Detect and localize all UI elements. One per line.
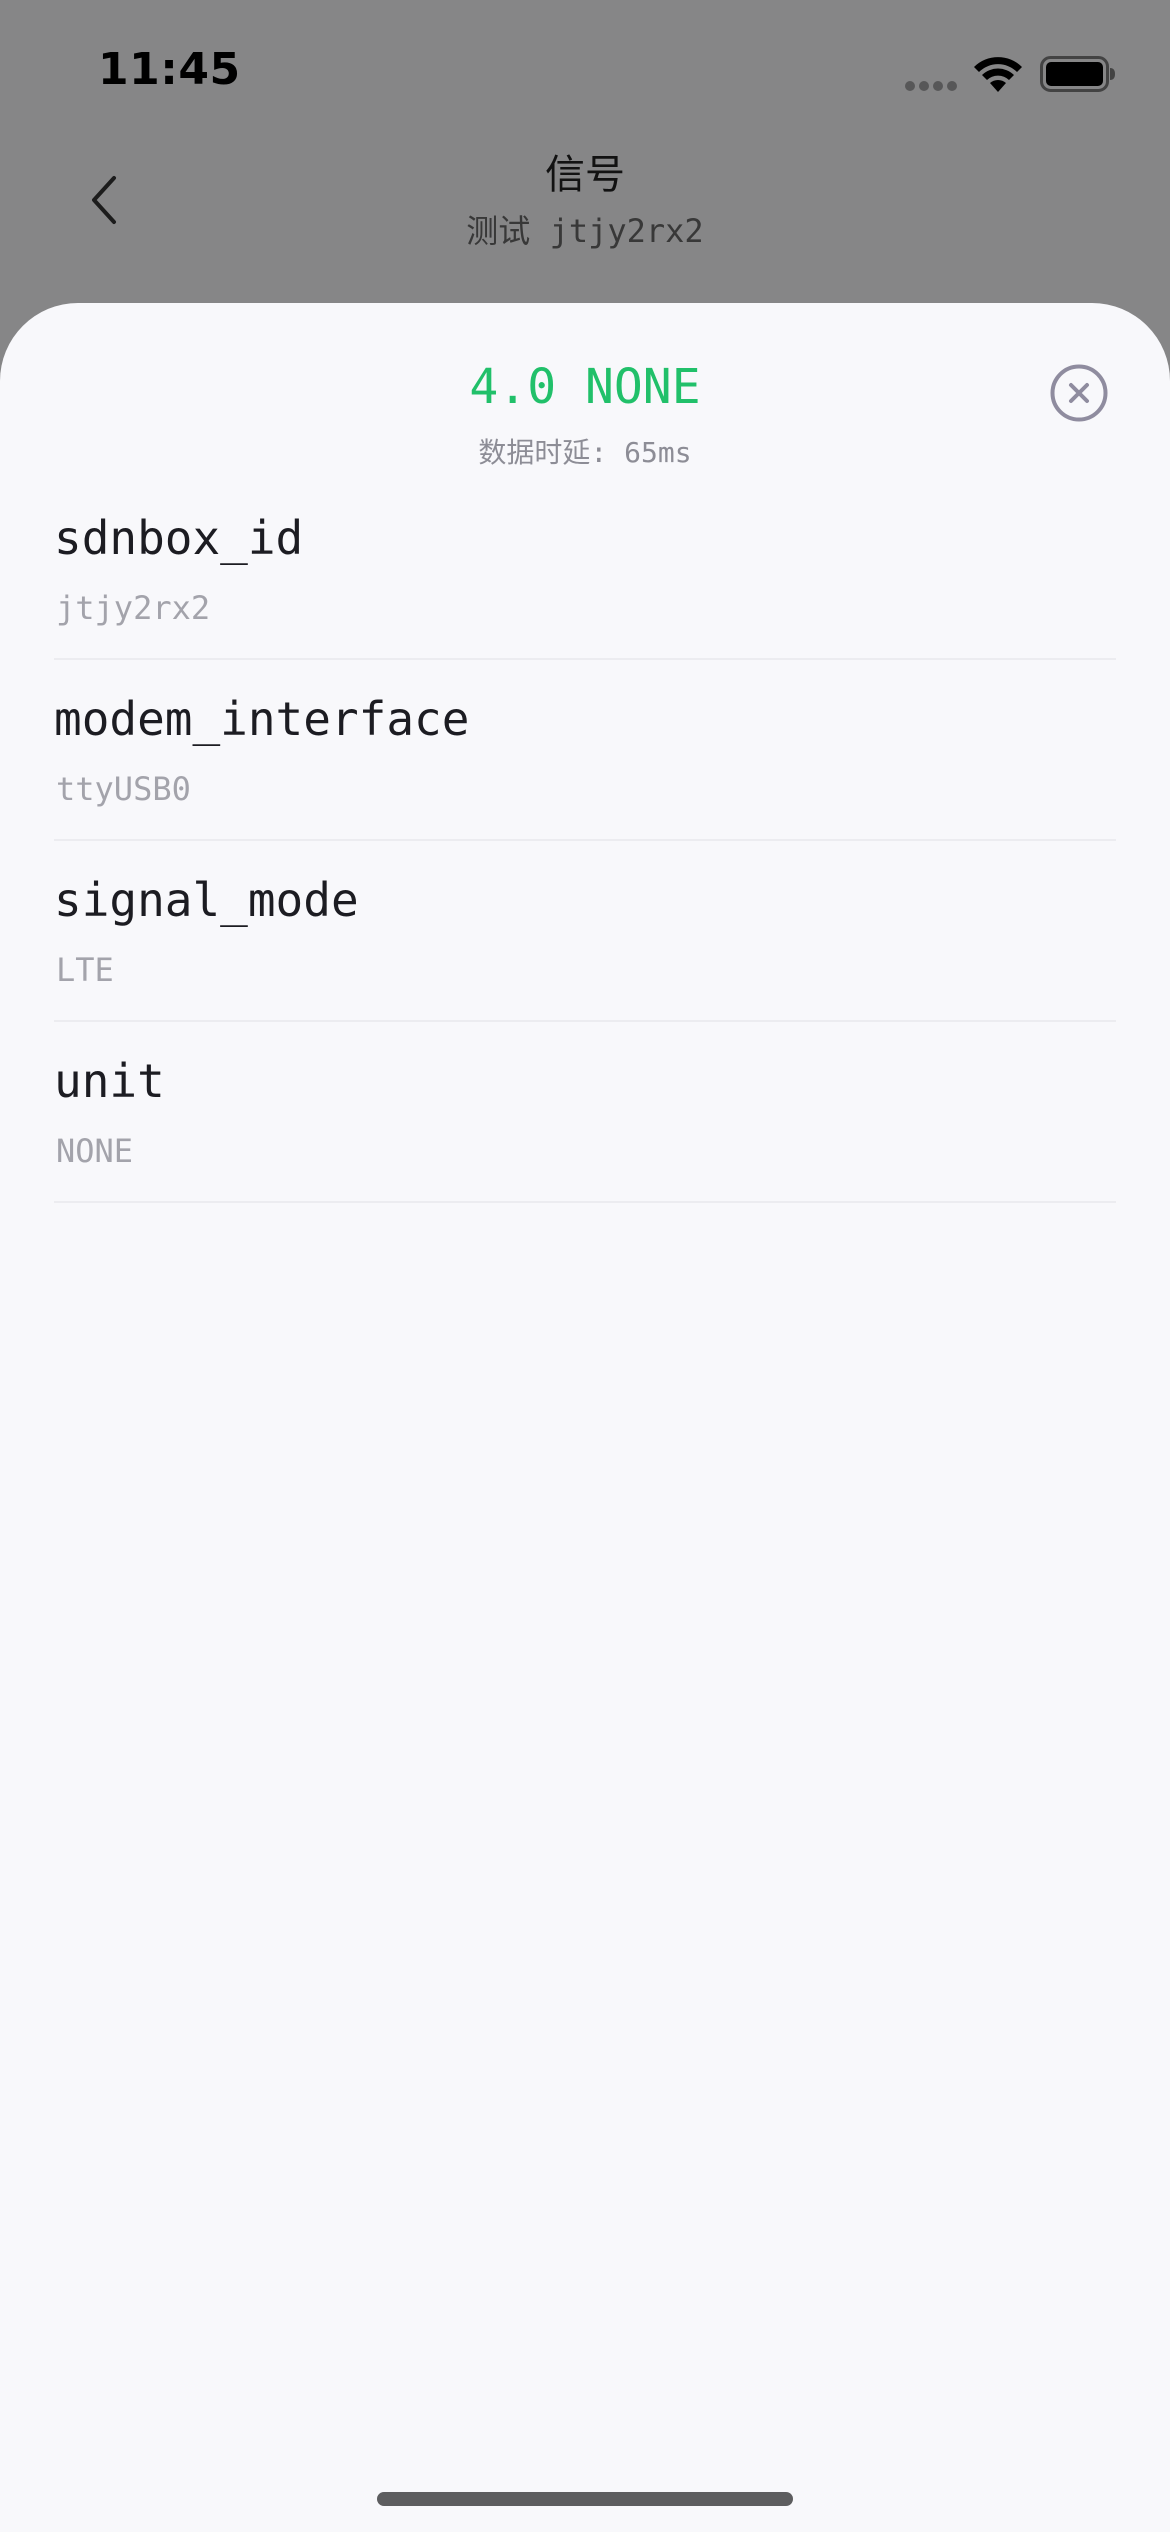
- sheet-title: 4.0 NONE: [469, 359, 701, 415]
- item-value: LTE: [56, 951, 114, 989]
- list-item: modem_interface ttyUSB0: [54, 660, 1116, 841]
- item-key: modem_interface: [54, 692, 470, 746]
- close-icon[interactable]: [1050, 364, 1108, 422]
- item-value: NONE: [56, 1132, 134, 1170]
- detail-sheet: 4.0 NONE 数据时延: 65ms sdnbox_id jtjy2rx2 m…: [0, 303, 1170, 2532]
- item-key: signal_mode: [54, 873, 359, 927]
- item-value: jtjy2rx2: [56, 589, 211, 627]
- item-key: unit: [54, 1054, 165, 1108]
- list-item: signal_mode LTE: [54, 841, 1116, 1022]
- home-indicator[interactable]: [377, 2492, 793, 2506]
- list-item: sdnbox_id jtjy2rx2: [54, 479, 1116, 660]
- item-key: sdnbox_id: [54, 511, 304, 565]
- item-value: ttyUSB0: [56, 770, 191, 808]
- data-latency-label: 数据时延: 65ms: [478, 436, 692, 469]
- list-item: unit NONE: [54, 1022, 1116, 1203]
- property-list: sdnbox_id jtjy2rx2 modem_interface ttyUS…: [54, 479, 1116, 1203]
